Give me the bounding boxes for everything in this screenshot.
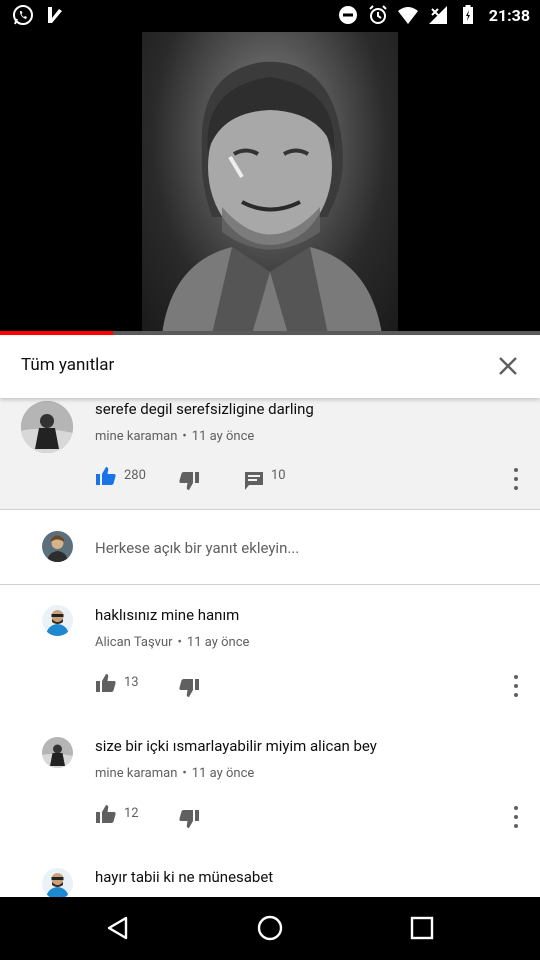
meta-separator: • (177, 635, 182, 650)
wifi-icon (397, 4, 419, 26)
alarm-icon (367, 4, 389, 26)
video-player[interactable] (0, 32, 540, 334)
avatar[interactable] (42, 868, 73, 899)
home-button[interactable] (253, 911, 287, 945)
like-icon[interactable] (95, 465, 117, 487)
back-icon (107, 916, 128, 940)
dislike-icon[interactable] (178, 808, 200, 830)
reply-meta: mine karaman • 11 ay önce (95, 766, 254, 781)
reply-meta: Alican Taşvur • 11 ay önce (95, 635, 249, 650)
dislike-icon[interactable] (178, 470, 200, 492)
avatar[interactable] (21, 401, 73, 453)
like-count: 280 (124, 468, 146, 483)
comment-time: 11 ay önce (191, 429, 255, 444)
no-signal-icon (427, 4, 449, 26)
reply-text: hayır tabii ki ne münesabet (95, 868, 274, 886)
meta-separator: • (182, 429, 187, 444)
more-options-icon[interactable] (512, 468, 520, 490)
reply-text: size bir içki ısmarlayabilir miyim alica… (95, 737, 377, 755)
comment-text: serefe degil serefsizligine darling (95, 400, 314, 418)
like-icon[interactable] (95, 672, 117, 694)
do-not-disturb-icon (337, 4, 359, 26)
replies-title: Tüm yanıtlar (21, 355, 115, 375)
video-progress-fill (0, 331, 114, 335)
play-store-icon (44, 4, 66, 26)
navigation-bar (0, 897, 540, 960)
dislike-icon[interactable] (178, 677, 200, 699)
reply-text: haklısınız mine hanım (95, 606, 240, 624)
meta-separator: • (182, 766, 187, 781)
add-reply-input[interactable]: Herkese açık bir yanıt ekleyin... (95, 539, 299, 557)
back-button[interactable] (101, 911, 135, 945)
reply-time: 11 ay önce (186, 635, 250, 650)
avatar[interactable] (42, 605, 73, 636)
reply-icon[interactable] (243, 470, 265, 492)
reply-author[interactable]: Alican Taşvur (95, 635, 173, 650)
divider (0, 584, 540, 585)
recents-icon (410, 916, 434, 940)
avatar[interactable] (42, 737, 73, 768)
close-icon (499, 357, 517, 375)
more-options-icon[interactable] (512, 675, 520, 697)
home-icon (257, 915, 283, 941)
reply-count: 10 (271, 468, 286, 483)
reply-author[interactable]: mine karaman (95, 766, 177, 781)
recents-button[interactable] (405, 911, 439, 945)
comment-author[interactable]: mine karaman (95, 429, 177, 444)
reply-time: 11 ay önce (191, 766, 255, 781)
like-icon[interactable] (95, 803, 117, 825)
replies-header: Tüm yanıtlar (0, 336, 540, 398)
status-bar: 21:38 (0, 0, 540, 32)
whatsapp-icon (12, 4, 34, 26)
divider (0, 509, 540, 510)
like-count: 12 (124, 806, 139, 821)
clock: 21:38 (488, 5, 530, 25)
user-avatar (42, 531, 73, 562)
video-thumbnail (142, 32, 398, 334)
more-options-icon[interactable] (512, 806, 520, 828)
parent-comment: serefe degil serefsizligine darling mine… (0, 398, 540, 509)
like-count: 13 (124, 675, 139, 690)
video-progress-bar[interactable] (0, 331, 540, 335)
close-button[interactable] (494, 352, 522, 380)
battery-icon (457, 4, 479, 26)
comment-meta: mine karaman • 11 ay önce (95, 429, 254, 444)
